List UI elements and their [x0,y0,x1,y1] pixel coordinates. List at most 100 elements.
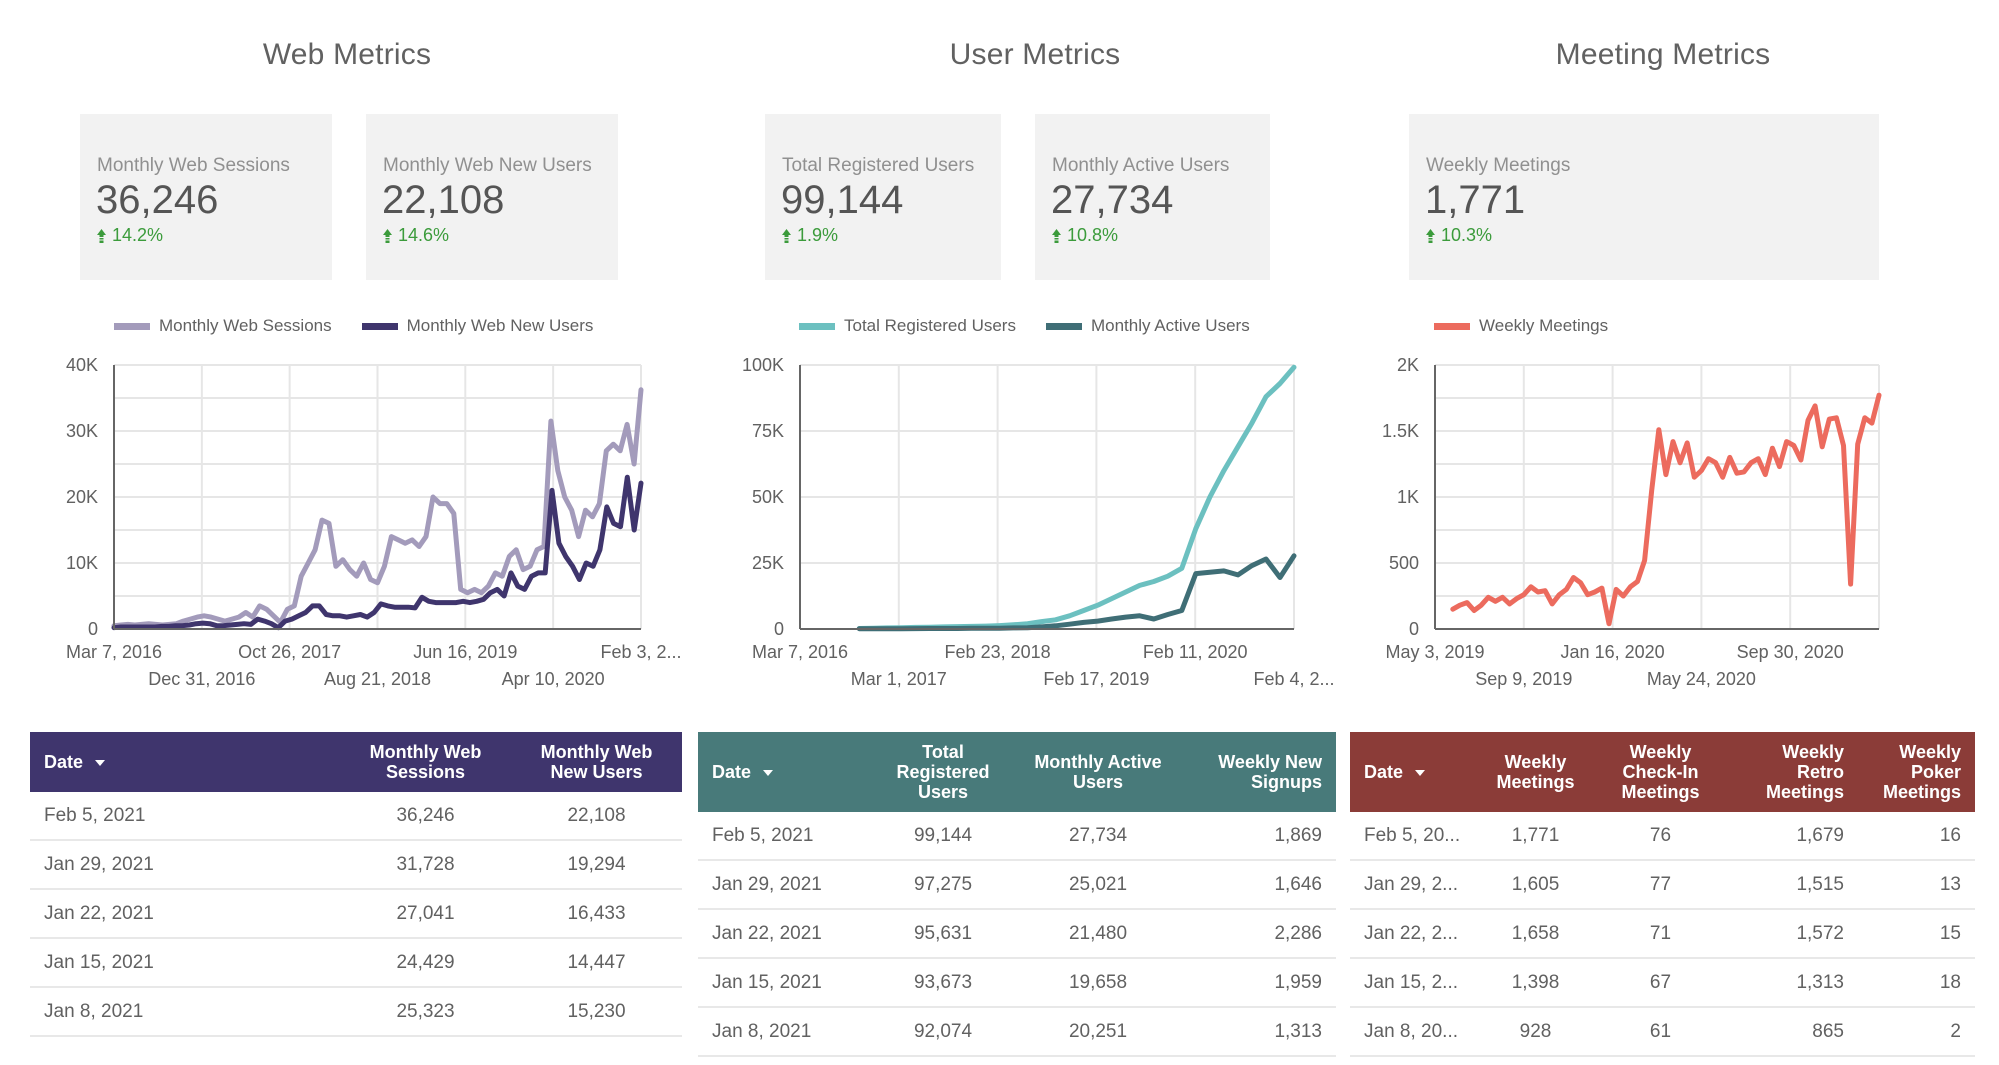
cell-value: 77 [1593,860,1728,910]
y-tick-label: 100K [742,355,784,375]
scorecard-monthly-web-new-users[interactable]: Monthly Web New Users 22,108 14.6% [366,114,618,280]
web-metrics-line-chart[interactable]: 0 10K 20K 30K 40K Mar 7, 2016 Oct 26, 2017 Jun … [40,350,700,690]
column-header[interactable]: Monthly Active Users [1018,732,1178,812]
cell-value: 97,275 [868,860,1018,910]
cell-value: 1,658 [1478,909,1593,959]
legend-item-monthly-web-new-users[interactable]: Monthly Web New Users [361,316,593,336]
x-tick-label: Feb 4, 2... [1253,669,1334,689]
cell-value: 15 [1858,909,1975,959]
table-row[interactable]: Jan 8, 20... 928 61 865 2 [1350,1007,1975,1057]
cell-value: 13 [1858,860,1975,910]
scorecard-value: 27,734 [1051,178,1174,222]
table-row[interactable]: Feb 5, 2021 36,246 22,108 [30,792,682,841]
sort-desc-icon [95,760,106,767]
x-tick-label: Jan 16, 2020 [1561,642,1665,662]
y-tick-label: 1.5K [1382,421,1419,441]
table-row[interactable]: Jan 15, 2... 1,398 67 1,313 18 [1350,958,1975,1008]
table-row[interactable]: Jan 29, 2... 1,605 77 1,515 13 [1350,860,1975,910]
legend-item-total-registered-users[interactable]: Total Registered Users [799,316,1016,336]
column-header[interactable]: Monthly Web Sessions [340,732,511,792]
series-line-weekly-meetings[interactable] [1450,392,1882,627]
cell-value: 16 [1858,812,1975,861]
table-row[interactable]: Jan 8, 2021 92,074 20,251 1,313 [698,1007,1336,1057]
grid [1434,364,1880,629]
series-line-monthly-active-users[interactable] [856,553,1297,632]
arrow-up-icon [782,228,791,243]
y-tick-label: 500 [1389,553,1419,573]
cell-value: 14,447 [511,938,682,988]
column-header[interactable]: Weekly Retro Meetings [1728,732,1858,812]
x-tick-label: Sep 9, 2019 [1475,669,1572,689]
cell-value: 99,144 [868,812,1018,861]
column-header-date[interactable]: Date [698,732,868,812]
table-row[interactable]: Jan 15, 2021 24,429 14,447 [30,938,682,988]
cell-date: Jan 8, 2021 [30,987,340,1037]
scorecard-monthly-web-sessions[interactable]: Monthly Web Sessions 36,246 14.2% [80,114,332,280]
x-tick-label: Oct 26, 2017 [238,642,341,662]
x-tick-label: Mar 7, 2016 [752,642,848,662]
column-header[interactable]: Weekly New Signups [1178,732,1336,812]
scorecard-value: 1,771 [1425,178,1526,222]
cell-value: 21,480 [1018,909,1178,959]
table-row[interactable]: Jan 22, 2... 1,658 71 1,572 15 [1350,909,1975,959]
column-header[interactable]: Total Registered Users [868,732,1018,812]
table-row[interactable]: Feb 5, 2021 99,144 27,734 1,869 [698,812,1336,861]
cell-date: Jan 29, 2021 [30,840,340,890]
table-row[interactable]: Jan 15, 2021 93,673 19,658 1,959 [698,958,1336,1008]
cell-value: 865 [1728,1007,1858,1057]
table-row[interactable]: Jan 29, 2021 97,275 25,021 1,646 [698,860,1336,910]
user-metrics-line-chart[interactable]: 0 25K 50K 75K 100K Mar 7, 2016 Feb 23, 2018 Feb… [720,350,1360,690]
table-header-row: Date Monthly Web Sessions Monthly Web Ne… [30,732,682,792]
cell-value: 18 [1858,958,1975,1008]
x-tick-label: May 3, 2019 [1385,642,1484,662]
cell-value: 1,572 [1728,909,1858,959]
cell-date: Jan 15, 2021 [698,958,868,1008]
legend-label: Monthly Web Sessions [159,316,332,335]
column-header[interactable]: Monthly Web New Users [511,732,682,792]
table-row[interactable]: Jan 22, 2021 27,041 16,433 [30,889,682,939]
arrow-up-icon [383,228,392,243]
table-row[interactable]: Jan 22, 2021 95,631 21,480 2,286 [698,909,1336,959]
delta-value: 14.2% [112,225,164,245]
web-metrics-title: Web Metrics [262,38,432,71]
web-chart-legend: Monthly Web Sessions Monthly Web New Use… [114,316,623,336]
arrow-up-icon [97,228,106,243]
cell-value: 16,433 [511,889,682,939]
delta-value: 1.9% [797,225,839,245]
user-metrics-table: Date Total Registered Users Monthly Acti… [698,732,1336,1057]
column-header[interactable]: Weekly Check-In Meetings [1593,732,1728,812]
legend-item-weekly-meetings[interactable]: Weekly Meetings [1434,316,1608,336]
column-header[interactable]: Weekly Poker Meetings [1858,732,1975,812]
legend-label: Weekly Meetings [1479,316,1609,335]
delta-value: 10.8% [1067,225,1119,245]
table-header-row: Date Weekly Meetings Weekly Check-In Mee… [1350,732,1975,812]
meeting-metrics-line-chart[interactable]: 0 500 1K 1.5K 2K May 3, 2019 Jan 16, 2020 Sep 3… [1365,350,1905,690]
legend-item-monthly-active-users[interactable]: Monthly Active Users [1045,316,1250,336]
x-tick-label: Jun 16, 2019 [413,642,517,662]
delta-value: 10.3% [1441,225,1493,245]
x-tick-label: Mar 1, 2017 [851,669,947,689]
cell-value: 20,251 [1018,1007,1178,1057]
cell-value: 24,429 [340,938,511,988]
table-row[interactable]: Feb 5, 20... 1,771 76 1,679 16 [1350,812,1975,861]
y-tick-label: 0 [774,619,784,639]
cell-value: 1,605 [1478,860,1593,910]
legend-item-monthly-web-sessions[interactable]: Monthly Web Sessions [114,316,332,336]
y-tick-label: 1K [1397,487,1419,507]
legend-swatch [361,322,398,330]
cell-value: 27,734 [1018,812,1178,861]
cell-value: 25,021 [1018,860,1178,910]
user-metrics-title: User Metrics [949,38,1121,71]
column-header[interactable]: Weekly Meetings [1478,732,1593,812]
table-row[interactable]: Jan 29, 2021 31,728 19,294 [30,840,682,890]
y-tick-label: 0 [1409,619,1419,639]
scorecard-weekly-meetings[interactable]: Weekly Meetings 1,771 10.3% [1409,114,1879,280]
table-row[interactable]: Jan 8, 2021 25,323 15,230 [30,987,682,1037]
column-header-date[interactable]: Date [1350,732,1478,812]
column-header-date[interactable]: Date [30,732,340,792]
x-tick-label: Feb 17, 2019 [1043,669,1149,689]
cell-date: Jan 22, 2... [1350,909,1478,959]
scorecard-total-registered-users[interactable]: Total Registered Users 99,144 1.9% [765,114,1001,280]
meeting-metrics-table: Date Weekly Meetings Weekly Check-In Mee… [1350,732,1975,1057]
scorecard-monthly-active-users[interactable]: Monthly Active Users 27,734 10.8% [1035,114,1270,280]
